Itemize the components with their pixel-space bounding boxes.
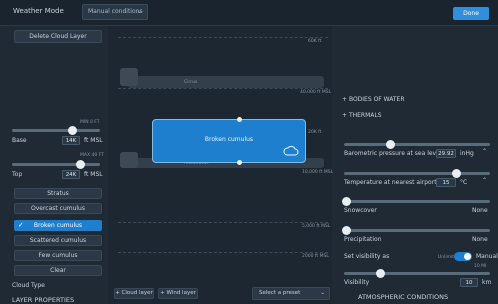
cloud-type-few-cumulus[interactable]: Few cumulus xyxy=(14,250,102,261)
layer-bottom-handle[interactable] xyxy=(237,160,242,165)
add-cloud-layer-button[interactable]: + Cloud layer xyxy=(114,288,154,299)
base-input[interactable]: 14K xyxy=(62,136,80,145)
visibility-slider-knob[interactable] xyxy=(376,269,385,278)
bodies-of-water-label: BODIES OF WATER xyxy=(348,96,405,103)
temperature-slider-knob[interactable] xyxy=(452,169,461,178)
visibility-tiny: 10 MI xyxy=(474,264,487,269)
ghost-label-cirrus: Cirrus xyxy=(184,80,198,85)
layer-top-handle[interactable] xyxy=(237,117,242,122)
alt-label: 5,000 ft MSL xyxy=(302,224,331,229)
visibility-toggle-label: Set visibility as xyxy=(344,253,390,260)
snowcover-value: None xyxy=(472,207,488,214)
temperature-input[interactable]: 15 xyxy=(436,178,456,187)
alt-label: 60K ft xyxy=(308,39,322,44)
cloud-type-clear[interactable]: Clear xyxy=(14,265,102,276)
alt-label: 40,000 ft MSL xyxy=(300,90,332,95)
pressure-slider-track[interactable] xyxy=(344,143,490,146)
top-slider-track[interactable] xyxy=(12,163,100,166)
check-icon: ✓ xyxy=(18,221,24,229)
top-input[interactable]: 24K xyxy=(62,170,80,179)
visibility-input[interactable]: 10 xyxy=(460,278,478,287)
base-label: Base xyxy=(12,137,27,144)
visibility-slider-track[interactable] xyxy=(344,272,490,275)
alt-label: 10,000 ft MSL xyxy=(302,170,334,175)
visibility-label: Visibility xyxy=(344,279,370,286)
altitude-line xyxy=(118,252,328,253)
base-unit: ft MSL xyxy=(84,137,103,144)
chevron-up-icon[interactable]: ⌃ xyxy=(482,148,487,155)
top-slider-knob[interactable] xyxy=(76,160,85,169)
alt-label: 2000 ft MSL xyxy=(302,254,329,259)
chevron-up-icon[interactable]: ⌃ xyxy=(482,177,487,184)
cloud-type-broken-cumulus[interactable]: ✓ Broken cumulus xyxy=(14,220,102,231)
cloud-type-scattered-cumulus[interactable]: Scattered cumulus xyxy=(14,235,102,246)
weather-mode-select[interactable]: Manual conditions ⌄ xyxy=(82,4,148,20)
preset-select[interactable]: Select a preset ⌄ xyxy=(252,287,330,300)
precipitation-slider-track[interactable] xyxy=(344,229,490,232)
snowcover-slider-knob[interactable] xyxy=(342,197,351,206)
ghost-layer-cirrus[interactable] xyxy=(128,76,324,88)
chevron-down-icon: ⌄ xyxy=(136,7,142,15)
layer-canvas: 60K ft Cirrus 40,000 ft MSL 20K ft Altos… xyxy=(108,26,334,304)
top-bar xyxy=(0,0,498,26)
top-label: Top xyxy=(12,171,23,178)
layer-properties-panel: Delete Cloud Layer MIN 0 FT Base 14K ft … xyxy=(8,26,106,304)
base-tiny: MIN 0 FT xyxy=(80,120,100,125)
chevron-down-icon: ⌄ xyxy=(320,290,325,296)
temperature-slider-track[interactable] xyxy=(344,172,490,175)
snowcover-label: Snowcover xyxy=(344,207,377,214)
weather-mode-value: Manual conditions xyxy=(88,8,143,15)
top-tiny: MAX 40 FT xyxy=(80,153,104,158)
thermals-row[interactable]: + THERMALS xyxy=(342,112,382,119)
altitude-line xyxy=(118,37,328,38)
cloud-type-overcast-cumulus[interactable]: Overcast cumulus xyxy=(14,203,102,214)
precipitation-value: None xyxy=(472,236,488,243)
pressure-input[interactable]: 29.92 xyxy=(436,149,456,158)
layer-properties-title: LAYER PROPERTIES xyxy=(12,296,75,304)
pressure-slider-knob[interactable] xyxy=(386,140,395,149)
precipitation-label: Precipitation xyxy=(344,236,382,243)
visibility-toggle-right: Manual xyxy=(476,253,498,260)
preset-select-label: Select a preset xyxy=(259,290,301,296)
bodies-of-water-row[interactable]: + BODIES OF WATER xyxy=(342,96,405,103)
cloud-type-heading: Cloud Type xyxy=(12,282,45,289)
cloud-type-broken-cumulus-label: Broken cumulus xyxy=(33,222,83,229)
base-slider-track[interactable] xyxy=(12,129,100,132)
done-button[interactable]: Done xyxy=(453,7,489,20)
snowcover-slider-track[interactable] xyxy=(344,200,490,203)
precipitation-slider-knob[interactable] xyxy=(342,226,351,235)
atmospheric-conditions-panel: + BODIES OF WATER + THERMALS Barometric … xyxy=(336,26,498,304)
cloud-icon xyxy=(283,145,299,156)
active-layer-label: Broken cumulus xyxy=(204,136,254,143)
base-slider-knob[interactable] xyxy=(68,126,77,135)
temperature-label: Temperature at nearest airport xyxy=(344,179,437,186)
temperature-unit: °C xyxy=(460,179,468,186)
delete-layer-button[interactable]: Delete Cloud Layer xyxy=(14,30,102,43)
altitude-line xyxy=(118,222,328,223)
altitude-line xyxy=(118,88,328,89)
cloud-type-stratus[interactable]: Stratus xyxy=(14,188,102,199)
weather-mode-label: Weather Mode xyxy=(13,7,64,15)
alt-label: 20K ft xyxy=(308,130,322,135)
active-cloud-layer[interactable]: Broken cumulus xyxy=(152,119,306,163)
top-unit: ft MSL xyxy=(84,171,103,178)
atmospheric-conditions-title: ATMOSPHERIC CONDITIONS xyxy=(358,293,449,301)
plus-icon: + xyxy=(342,112,349,119)
visibility-unit: km xyxy=(482,279,492,286)
thermals-label: THERMALS xyxy=(348,112,382,119)
pressure-label: Barometric pressure at sea level xyxy=(344,150,442,157)
pressure-unit: inHg xyxy=(460,150,474,157)
visibility-toggle[interactable] xyxy=(454,252,472,261)
plus-icon: + xyxy=(342,96,349,103)
add-wind-layer-button[interactable]: + Wind layer xyxy=(158,288,198,299)
